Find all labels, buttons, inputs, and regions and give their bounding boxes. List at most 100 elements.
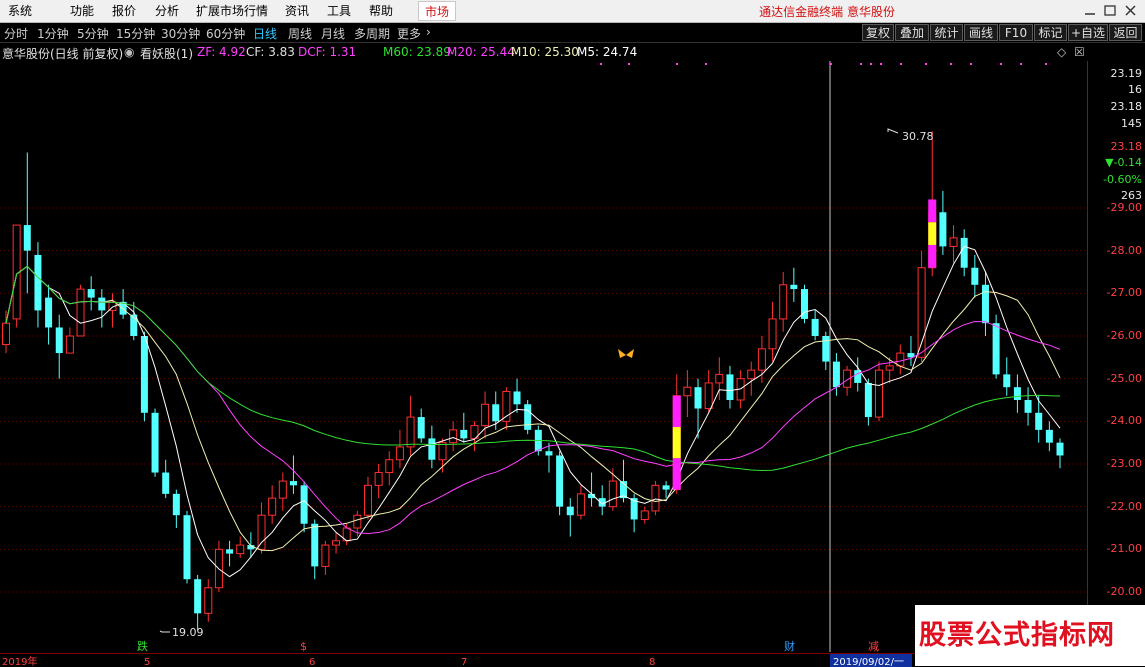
candle-body xyxy=(460,429,468,439)
stock-label[interactable]: 意华股份(日线 前复权) xyxy=(2,45,123,62)
candle xyxy=(747,361,756,396)
menu-news[interactable]: 资讯 xyxy=(285,3,309,19)
candle-body xyxy=(960,237,968,268)
candle-body xyxy=(395,446,404,461)
candle-body xyxy=(896,352,905,367)
candle-body xyxy=(151,412,159,473)
menu-analysis[interactable]: 分析 xyxy=(155,3,179,19)
candle xyxy=(2,310,10,354)
candle-body xyxy=(183,515,191,580)
candle-body xyxy=(704,382,713,410)
candle-body xyxy=(194,579,202,614)
marker-finance: 财 xyxy=(784,639,795,652)
menu-tools[interactable]: 工具 xyxy=(327,3,351,19)
menu-quote[interactable]: 报价 xyxy=(112,3,136,19)
m5-value: M5: 24.74 xyxy=(577,45,638,59)
tab-60min[interactable]: 60分钟 xyxy=(206,25,245,42)
tab-multi-period[interactable]: 多周期 xyxy=(354,25,390,42)
candlestick-chart[interactable]: 30.78 19.09 跌 $ 财 减 xyxy=(0,61,1087,652)
candle xyxy=(12,224,21,328)
indicator-name[interactable]: 看妖股(1) xyxy=(140,45,193,62)
candle xyxy=(363,476,372,520)
event-dot xyxy=(925,63,927,65)
candle-body xyxy=(1024,400,1032,413)
candle xyxy=(300,481,308,533)
marker-reduce: 减 xyxy=(868,640,879,652)
candle xyxy=(1003,357,1011,396)
x-label-year: 2019年 xyxy=(2,655,37,667)
candle-body xyxy=(992,323,1000,375)
menu-extended-market[interactable]: 扩展市场行情 xyxy=(196,3,268,19)
candle-body xyxy=(289,481,297,486)
candle xyxy=(1013,374,1021,413)
candle xyxy=(311,519,319,580)
chevron-right-icon[interactable]: › xyxy=(426,25,431,39)
candle xyxy=(811,310,819,341)
candle-body xyxy=(438,442,447,461)
marker-dollar: $ xyxy=(300,640,307,652)
candle-body xyxy=(939,212,947,247)
tab-15min[interactable]: 15分钟 xyxy=(116,25,155,42)
menu-system[interactable]: 系统 xyxy=(8,3,32,19)
candle-body xyxy=(162,472,170,494)
settings-icon[interactable]: ◉ xyxy=(124,45,134,59)
tab-daily[interactable]: 日线 xyxy=(253,25,277,42)
m60-value: M60: 23.89 xyxy=(383,45,451,59)
restore-rights-button[interactable]: 复权 xyxy=(862,24,894,41)
dcf-value: DCF: 1.31 xyxy=(298,45,357,59)
candle-body xyxy=(875,369,884,418)
tab-timeshare[interactable]: 分时 xyxy=(4,25,28,42)
candle xyxy=(151,408,159,477)
candle-body xyxy=(608,480,617,508)
signal-segment xyxy=(672,427,681,459)
candle-body xyxy=(768,318,777,350)
candle xyxy=(332,532,341,554)
candle xyxy=(513,378,521,413)
mark-button[interactable]: 标记 xyxy=(1034,24,1067,41)
back-button[interactable]: 返回 xyxy=(1109,24,1142,41)
candle-body xyxy=(566,506,574,516)
candle-body xyxy=(23,225,31,251)
candle-body xyxy=(311,523,319,567)
candle-body xyxy=(374,472,383,486)
candle-body xyxy=(726,374,734,400)
event-dot xyxy=(705,63,707,65)
f10-button[interactable]: F10 xyxy=(999,24,1033,41)
candle-body xyxy=(715,373,724,384)
high-annotation: 30.78 xyxy=(887,128,934,143)
candle-body xyxy=(2,322,10,346)
candle-body xyxy=(779,284,788,320)
svg-text:19.09: 19.09 xyxy=(172,626,204,639)
candle-body xyxy=(1013,387,1021,400)
candle xyxy=(236,536,245,558)
tab-1min[interactable]: 1分钟 xyxy=(37,25,69,42)
candle xyxy=(1035,395,1043,443)
candle xyxy=(226,540,234,567)
statistics-button[interactable]: 统计 xyxy=(930,24,963,41)
candle xyxy=(907,336,915,366)
close-icon xyxy=(1125,5,1136,16)
window-controls[interactable] xyxy=(1081,2,1141,20)
candle xyxy=(460,412,468,443)
y-tick-label: -23.00 xyxy=(1106,457,1142,470)
market-tab[interactable]: 市场 xyxy=(418,1,456,21)
candle xyxy=(1024,387,1032,426)
overlay-button[interactable]: 叠加 xyxy=(895,24,929,41)
candle-body xyxy=(332,540,341,546)
close-panel-icon[interactable]: ☒ xyxy=(1074,45,1085,59)
panel-high: 23.19 xyxy=(1110,67,1143,80)
candle-body xyxy=(694,387,702,409)
tab-30min[interactable]: 30分钟 xyxy=(161,25,200,42)
menu-function[interactable]: 功能 xyxy=(70,3,94,19)
tab-weekly[interactable]: 周线 xyxy=(288,25,312,42)
candle-body xyxy=(76,288,85,337)
draw-line-button[interactable]: 画线 xyxy=(964,24,998,41)
menu-help[interactable]: 帮助 xyxy=(369,3,393,19)
add-watchlist-button[interactable]: +自选 xyxy=(1068,24,1108,41)
tab-5min[interactable]: 5分钟 xyxy=(77,25,109,42)
event-dot xyxy=(830,63,832,65)
panel-change-pct: -0.60% xyxy=(1103,173,1142,186)
tab-more[interactable]: 更多 xyxy=(397,25,421,42)
diamond-icon[interactable]: ◇ xyxy=(1057,45,1066,59)
tab-monthly[interactable]: 月线 xyxy=(321,25,345,42)
